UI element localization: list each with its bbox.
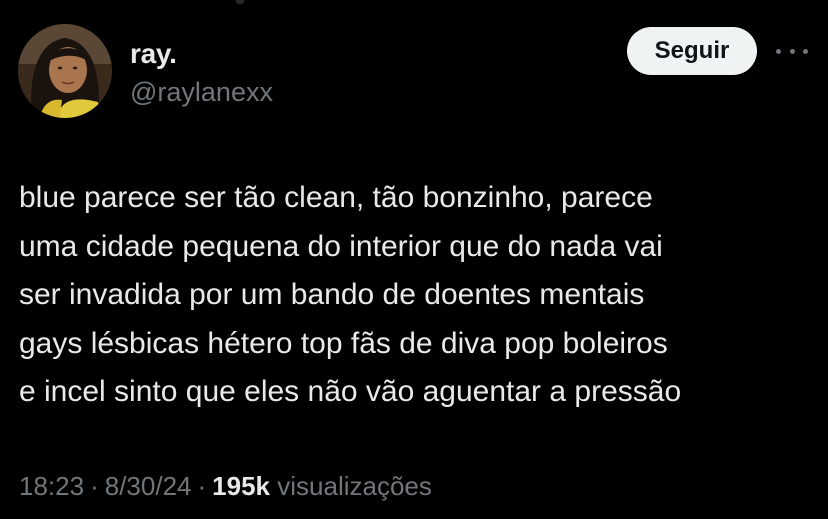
more-dot: [803, 48, 808, 54]
meta-separator: ·: [197, 471, 207, 501]
meta-separator: ·: [90, 471, 99, 501]
profile-photo-avatar-icon: [18, 24, 112, 118]
views-label: visualizações: [277, 471, 432, 501]
tweet-line: uma cidade pequena do interior que do na…: [19, 229, 663, 263]
author-display-name[interactable]: ray.: [130, 38, 177, 70]
views-count[interactable]: 195k: [212, 471, 270, 501]
author-handle[interactable]: @raylanexx: [130, 76, 273, 108]
more-dot: [789, 48, 795, 54]
follow-button[interactable]: Seguir: [627, 27, 757, 75]
tweet-line: gays lésbicas hétero top fãs de diva pop…: [19, 326, 668, 360]
tweet-meta: 18:23 · 8/30/24 · 195k visualizações: [19, 468, 432, 504]
tweet-line: ser invadida por um bando de doentes men…: [19, 278, 645, 311]
tweet-line: e incel sinto que eles não vão aguentar …: [19, 375, 682, 408]
tweet-date[interactable]: 8/30/24: [105, 471, 192, 501]
author-avatar[interactable]: [18, 24, 112, 118]
tweet-line: blue parece ser tão clean, tão bonzinho,…: [19, 181, 653, 214]
more-dot: [776, 48, 781, 54]
tweet-time[interactable]: 18:23: [19, 471, 84, 501]
top-edge-fragment: [236, 0, 244, 4]
tweet-text: blue parece ser tão clean, tão bonzinho,…: [19, 174, 819, 417]
more-horizontal-icon[interactable]: [776, 41, 808, 61]
